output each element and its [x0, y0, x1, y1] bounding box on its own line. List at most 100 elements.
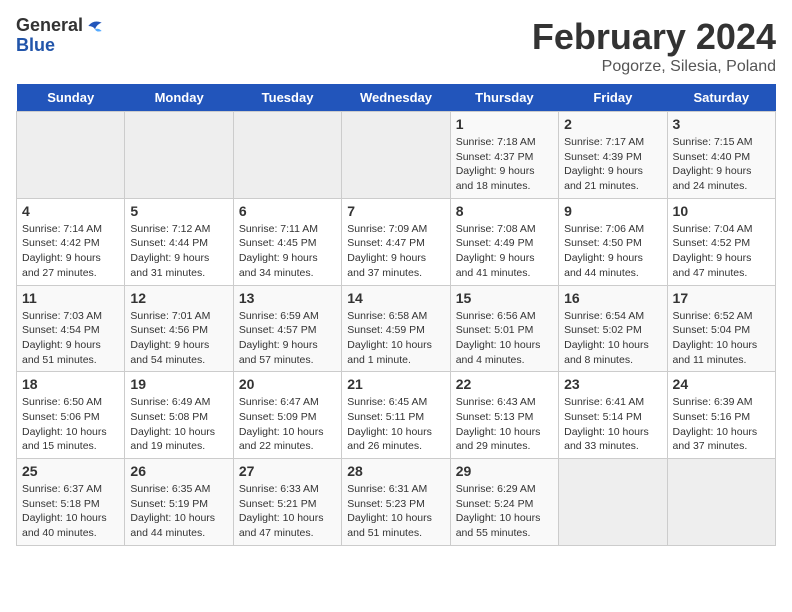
day-cell — [125, 112, 233, 199]
week-row-1: 1Sunrise: 7:18 AMSunset: 4:37 PMDaylight… — [17, 112, 776, 199]
day-number: 13 — [239, 290, 336, 306]
day-number: 20 — [239, 376, 336, 392]
day-cell: 10 Sunrise: 7:04 AMSunset: 4:52 PMDayligh… — [667, 198, 775, 285]
page-title: February 2024 — [532, 16, 776, 58]
day-cell: 16 Sunrise: 6:54 AMSunset: 5:02 PMDayligh… — [559, 285, 667, 372]
day-cell: 6Sunrise: 7:11 AMSunset: 4:45 PMDaylight… — [233, 198, 341, 285]
day-info: Sunrise: 6:31 AMSunset: 5:23 PMDaylight:… — [347, 482, 444, 541]
day-info: Sunrise: 7:01 AMSunset: 4:56 PMDaylight:… — [130, 309, 227, 368]
day-number: 26 — [130, 463, 227, 479]
day-info: Sunrise: 6:35 AMSunset: 5:19 PMDaylight:… — [130, 482, 227, 541]
day-number: 22 — [456, 376, 553, 392]
day-cell: 4Sunrise: 7:14 AMSunset: 4:42 PMDaylight… — [17, 198, 125, 285]
weekday-header-tuesday: Tuesday — [233, 84, 341, 112]
day-info: Sunrise: 7:08 AMSunset: 4:49 PMDaylight:… — [456, 222, 553, 281]
weekday-header-monday: Monday — [125, 84, 233, 112]
day-number: 29 — [456, 463, 553, 479]
day-info: Sunrise: 6:33 AMSunset: 5:21 PMDaylight:… — [239, 482, 336, 541]
day-info: Sunrise: 7:12 AMSunset: 4:44 PMDaylight:… — [130, 222, 227, 281]
day-number: 16 — [564, 290, 661, 306]
title-block: February 2024 Pogorze, Silesia, Poland — [532, 16, 776, 76]
day-cell — [233, 112, 341, 199]
day-info: Sunrise: 7:04 AMSunset: 4:52 PMDaylight:… — [673, 222, 770, 281]
logo-text: General Blue — [16, 16, 105, 56]
day-info: Sunrise: 6:54 AMSunset: 5:02 PMDaylight:… — [564, 309, 661, 368]
day-info: Sunrise: 6:45 AMSunset: 5:11 PMDaylight:… — [347, 395, 444, 454]
day-info: Sunrise: 6:41 AMSunset: 5:14 PMDaylight:… — [564, 395, 661, 454]
day-cell: 9 Sunrise: 7:06 AMSunset: 4:50 PMDaylight… — [559, 198, 667, 285]
day-info: Sunrise: 6:43 AMSunset: 5:13 PMDaylight:… — [456, 395, 553, 454]
day-cell: 13 Sunrise: 6:59 AMSunset: 4:57 PMDayligh… — [233, 285, 341, 372]
page-header: General Blue February 2024 Pogorze, Sile… — [16, 16, 776, 76]
week-row-3: 11 Sunrise: 7:03 AMSunset: 4:54 PMDayligh… — [17, 285, 776, 372]
logo: General Blue — [16, 16, 105, 56]
calendar-table: SundayMondayTuesdayWednesdayThursdayFrid… — [16, 84, 776, 546]
logo-general: General — [16, 16, 83, 36]
weekday-header-wednesday: Wednesday — [342, 84, 450, 112]
day-number: 4 — [22, 203, 119, 219]
day-info: Sunrise: 6:50 AMSunset: 5:06 PMDaylight:… — [22, 395, 119, 454]
week-row-5: 25 Sunrise: 6:37 AMSunset: 5:18 PMDayligh… — [17, 459, 776, 546]
day-cell: 15 Sunrise: 6:56 AMSunset: 5:01 PMDayligh… — [450, 285, 558, 372]
day-cell: 7Sunrise: 7:09 AMSunset: 4:47 PMDaylight… — [342, 198, 450, 285]
day-info: Sunrise: 6:58 AMSunset: 4:59 PMDaylight:… — [347, 309, 444, 368]
day-cell — [667, 459, 775, 546]
day-number: 5 — [130, 203, 227, 219]
day-number: 8 — [456, 203, 553, 219]
logo-blue: Blue — [16, 36, 105, 56]
day-number: 24 — [673, 376, 770, 392]
day-cell: 22 Sunrise: 6:43 AMSunset: 5:13 PMDayligh… — [450, 372, 558, 459]
day-cell: 14 Sunrise: 6:58 AMSunset: 4:59 PMDayligh… — [342, 285, 450, 372]
day-cell: 29 Sunrise: 6:29 AMSunset: 5:24 PMDayligh… — [450, 459, 558, 546]
day-info: Sunrise: 7:18 AMSunset: 4:37 PMDaylight:… — [456, 135, 553, 194]
day-number: 21 — [347, 376, 444, 392]
weekday-header-sunday: Sunday — [17, 84, 125, 112]
day-cell: 26 Sunrise: 6:35 AMSunset: 5:19 PMDayligh… — [125, 459, 233, 546]
day-cell: 17Sunrise: 6:52 AMSunset: 5:04 PMDayligh… — [667, 285, 775, 372]
day-info: Sunrise: 6:47 AMSunset: 5:09 PMDaylight:… — [239, 395, 336, 454]
day-number: 6 — [239, 203, 336, 219]
day-number: 19 — [130, 376, 227, 392]
day-number: 10 — [673, 203, 770, 219]
day-number: 3 — [673, 116, 770, 132]
day-cell: 23 Sunrise: 6:41 AMSunset: 5:14 PMDayligh… — [559, 372, 667, 459]
day-number: 11 — [22, 290, 119, 306]
day-info: Sunrise: 7:09 AMSunset: 4:47 PMDaylight:… — [347, 222, 444, 281]
day-number: 25 — [22, 463, 119, 479]
day-info: Sunrise: 6:29 AMSunset: 5:24 PMDaylight:… — [456, 482, 553, 541]
day-number: 14 — [347, 290, 444, 306]
week-row-2: 4Sunrise: 7:14 AMSunset: 4:42 PMDaylight… — [17, 198, 776, 285]
day-cell: 2Sunrise: 7:17 AMSunset: 4:39 PMDaylight… — [559, 112, 667, 199]
page-subtitle: Pogorze, Silesia, Poland — [532, 58, 776, 76]
day-number: 17 — [673, 290, 770, 306]
logo-bird-icon — [85, 16, 105, 36]
day-number: 15 — [456, 290, 553, 306]
day-cell: 11 Sunrise: 7:03 AMSunset: 4:54 PMDayligh… — [17, 285, 125, 372]
week-row-4: 18 Sunrise: 6:50 AMSunset: 5:06 PMDayligh… — [17, 372, 776, 459]
day-cell: 21 Sunrise: 6:45 AMSunset: 5:11 PMDayligh… — [342, 372, 450, 459]
day-cell: 5 Sunrise: 7:12 AMSunset: 4:44 PMDaylight… — [125, 198, 233, 285]
day-info: Sunrise: 7:06 AMSunset: 4:50 PMDaylight:… — [564, 222, 661, 281]
weekday-header-friday: Friday — [559, 84, 667, 112]
weekday-header-thursday: Thursday — [450, 84, 558, 112]
day-cell: 28 Sunrise: 6:31 AMSunset: 5:23 PMDayligh… — [342, 459, 450, 546]
day-number: 2 — [564, 116, 661, 132]
day-cell: 20 Sunrise: 6:47 AMSunset: 5:09 PMDayligh… — [233, 372, 341, 459]
day-cell: 12 Sunrise: 7:01 AMSunset: 4:56 PMDayligh… — [125, 285, 233, 372]
day-cell: 25 Sunrise: 6:37 AMSunset: 5:18 PMDayligh… — [17, 459, 125, 546]
day-info: Sunrise: 7:15 AMSunset: 4:40 PMDaylight:… — [673, 135, 770, 194]
day-number: 23 — [564, 376, 661, 392]
day-number: 28 — [347, 463, 444, 479]
day-info: Sunrise: 6:39 AMSunset: 5:16 PMDaylight:… — [673, 395, 770, 454]
day-info: Sunrise: 6:37 AMSunset: 5:18 PMDaylight:… — [22, 482, 119, 541]
weekday-header-saturday: Saturday — [667, 84, 775, 112]
day-number: 12 — [130, 290, 227, 306]
day-number: 9 — [564, 203, 661, 219]
day-cell: 3 Sunrise: 7:15 AMSunset: 4:40 PMDaylight… — [667, 112, 775, 199]
day-info: Sunrise: 7:03 AMSunset: 4:54 PMDaylight:… — [22, 309, 119, 368]
day-cell: 19Sunrise: 6:49 AMSunset: 5:08 PMDayligh… — [125, 372, 233, 459]
day-info: Sunrise: 6:56 AMSunset: 5:01 PMDaylight:… — [456, 309, 553, 368]
day-cell — [17, 112, 125, 199]
day-number: 18 — [22, 376, 119, 392]
day-info: Sunrise: 6:59 AMSunset: 4:57 PMDaylight:… — [239, 309, 336, 368]
